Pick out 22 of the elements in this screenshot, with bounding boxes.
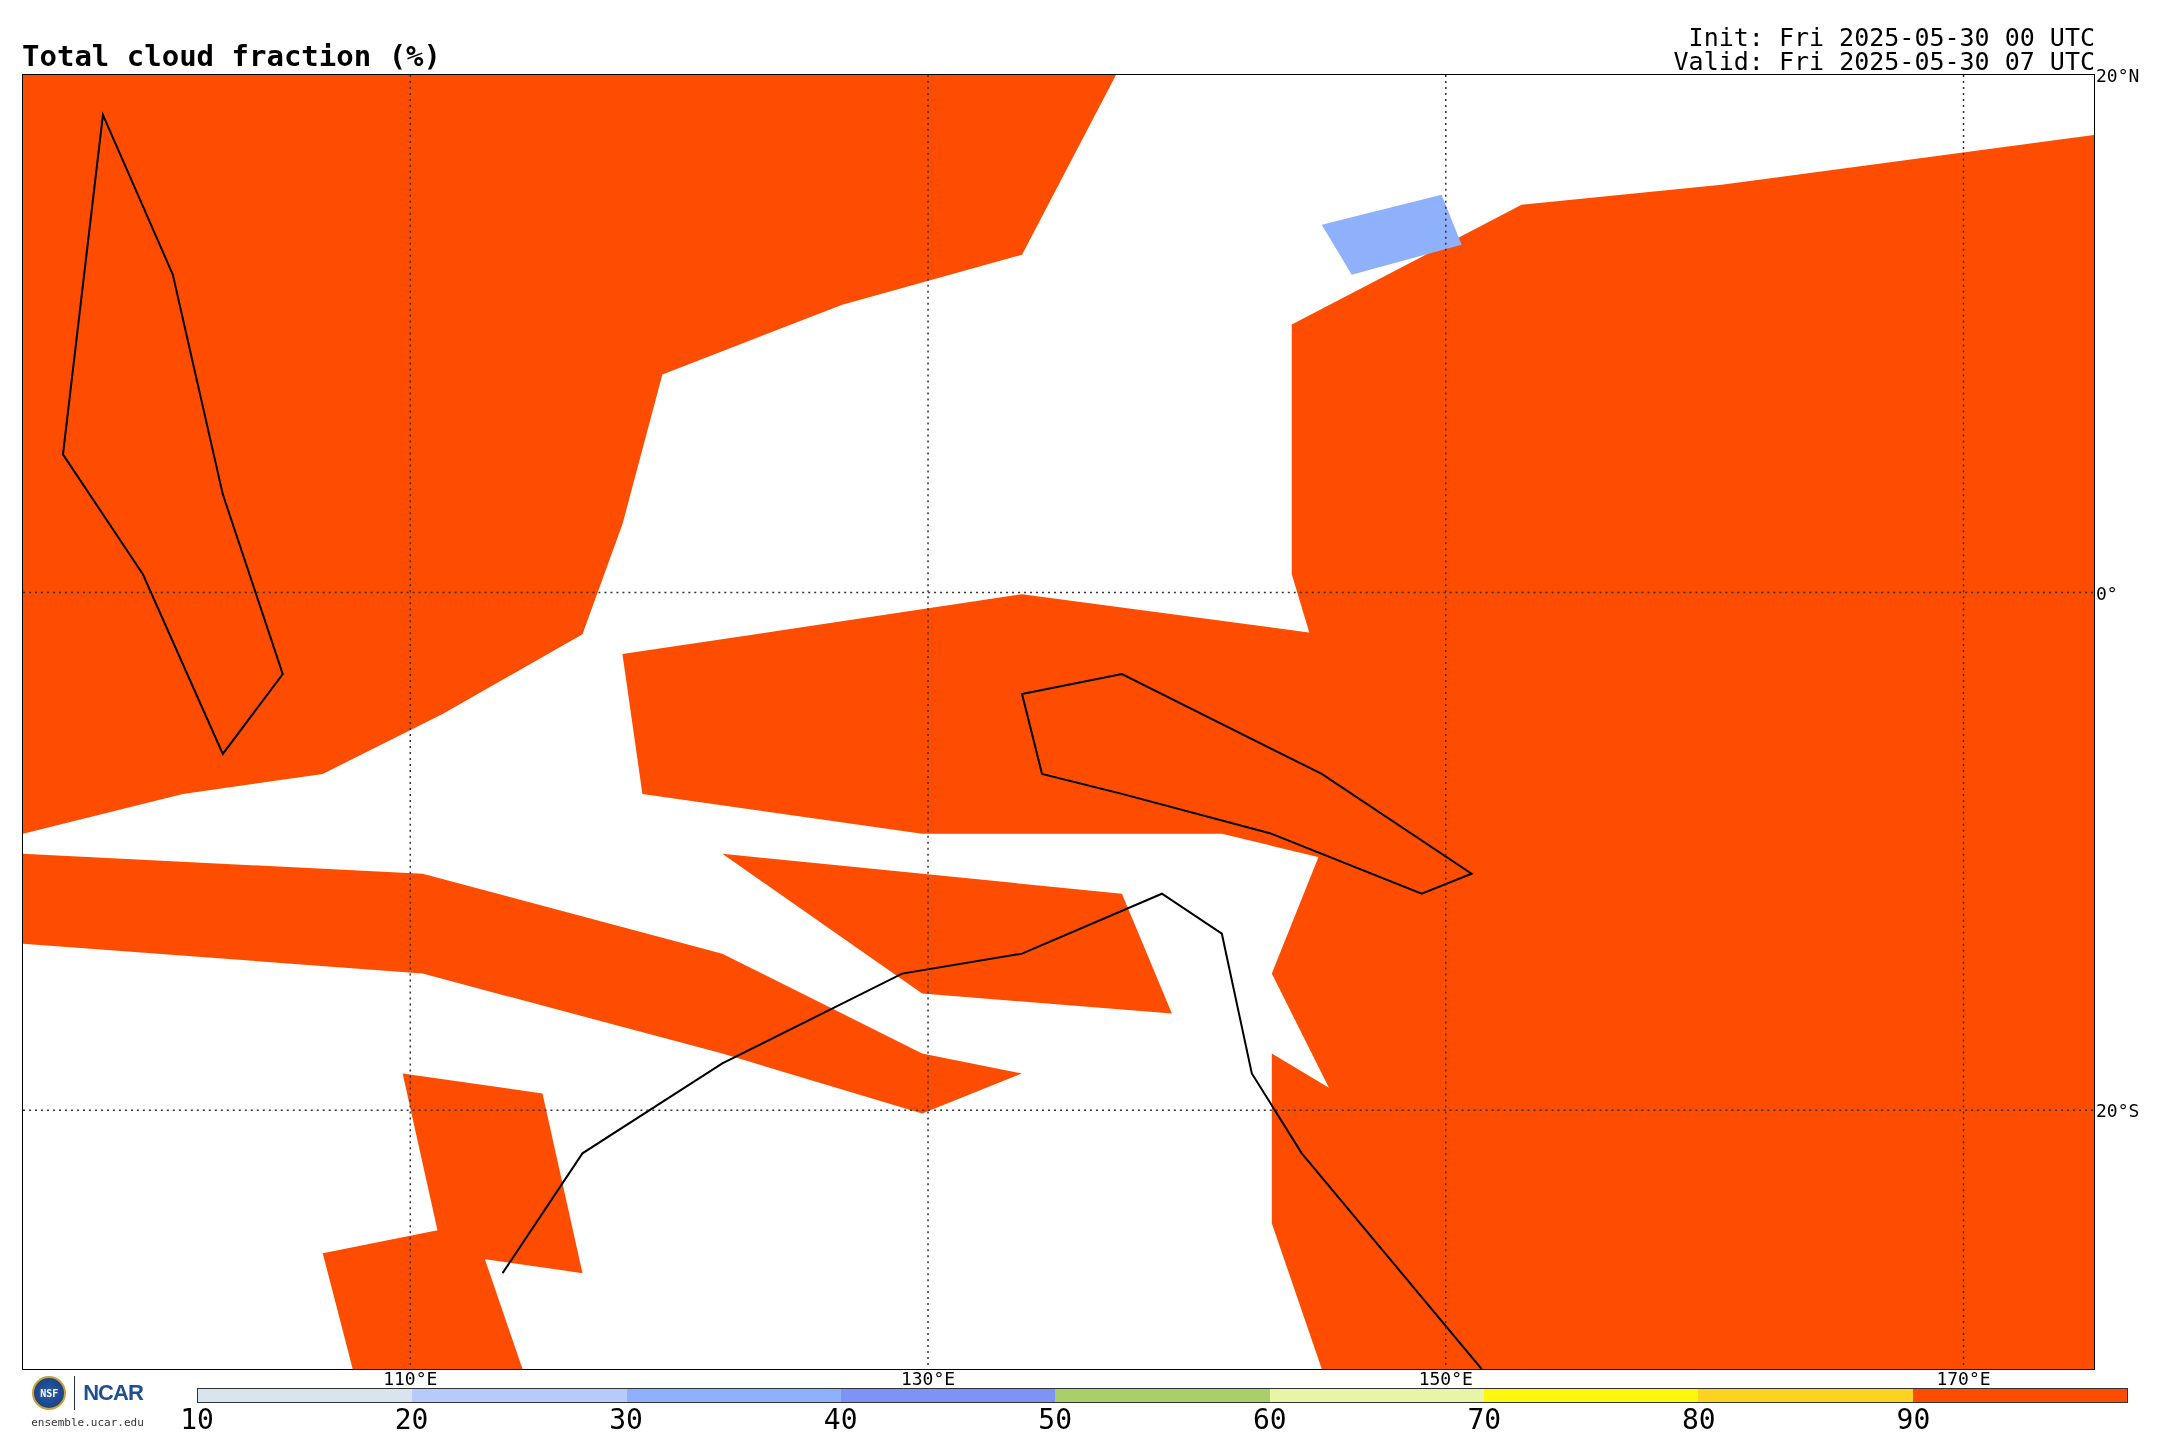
brand-logo: NCAR [83,1380,143,1406]
longitude-label: 130°E [900,1370,956,1388]
longitude-label: 150°E [1418,1370,1473,1388]
init-time: Init: Fri 2025-05-30 00 UTC [1688,26,2095,50]
longitude-label: 110°E [383,1370,438,1388]
chart-title: Total cloud fraction (%) [22,42,442,71]
scale-tick-label: 60 [1252,1406,1287,1433]
scale-tick-label: 40 [823,1406,858,1433]
scale-tick-label: 30 [609,1406,643,1433]
scale-tick-label: 80 [1682,1406,1716,1433]
latitude-label: 0° [2096,582,2118,604]
scale-tick-label: 50 [1038,1406,1073,1433]
scale-tick-label: 10 [180,1406,214,1433]
emblem-logo: NSF [32,1376,67,1410]
longitude-label: 170°E [1936,1370,1991,1388]
scale-tick-label: 70 [1467,1406,1502,1433]
latitude-label: 20°N [2096,64,2140,86]
scale-tick-label: 90 [1896,1406,1931,1433]
website-url: ensemble.ucar.edu [31,1416,144,1429]
scale-tick-label: 20 [394,1406,429,1433]
valid-time: Valid: Fri 2025-05-30 07 UTC [1673,50,2095,74]
latitude-label: 20°S [2096,1099,2140,1121]
